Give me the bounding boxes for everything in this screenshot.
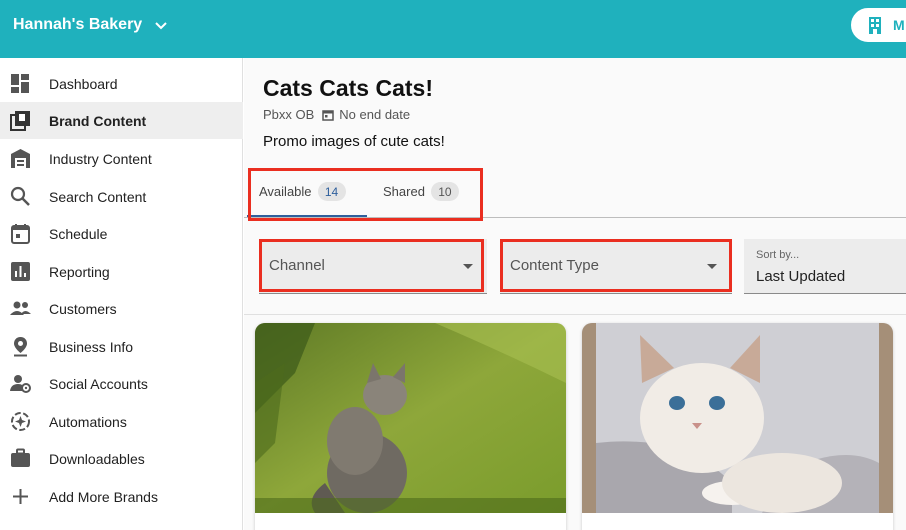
warehouse-icon <box>10 148 31 169</box>
sidebar-item-dashboard[interactable]: Dashboard <box>0 65 243 102</box>
sidebar-item-label: Schedule <box>49 225 108 242</box>
sort-dropdown[interactable]: Sort by... Last Updated <box>744 239 906 294</box>
sidebar-item-brand-content[interactable]: Brand Content <box>0 102 243 139</box>
sort-label: Sort by... <box>756 249 800 261</box>
grid-divider <box>244 314 906 315</box>
location-button-label: M <box>893 17 905 33</box>
calendar-icon <box>322 109 335 121</box>
main-content: Cats Cats Cats! Pbxx OB No end date Prom… <box>244 58 906 530</box>
sidebar-item-automations[interactable]: Automations <box>0 403 243 440</box>
sidebar-item-label: Downloadables <box>49 450 145 467</box>
fluffy-white-kitten-image <box>582 323 893 513</box>
sidebar-item-label: Industry Content <box>49 150 152 167</box>
sidebar-item-add-more-brands[interactable]: Add More Brands <box>0 478 243 515</box>
content-description: Promo images of cute cats! <box>263 133 445 150</box>
content-card[interactable] <box>255 323 566 530</box>
location-button[interactable]: M <box>851 8 906 42</box>
content-type-dropdown-label: Content Type <box>510 257 599 274</box>
end-date: No end date <box>339 107 411 122</box>
sidebar-item-downloadables[interactable]: Downloadables <box>0 440 243 477</box>
building-icon <box>869 17 881 34</box>
sidebar-item-search-content[interactable]: Search Content <box>0 178 243 215</box>
content-card[interactable] <box>582 323 893 530</box>
sidebar-item-label: Search Content <box>49 188 147 205</box>
brand-switcher[interactable]: Hannah's Bakery <box>13 0 168 50</box>
content-type-dropdown[interactable]: Content Type <box>500 239 732 294</box>
sidebar-item-label: Reporting <box>49 263 110 280</box>
sidebar-item-label: Business Info <box>49 338 134 355</box>
calendar-icon <box>10 223 31 244</box>
sidebar-item-customers[interactable]: Customers <box>0 290 243 327</box>
channel-dropdown-label: Channel <box>269 257 325 274</box>
automation-icon <box>10 411 31 432</box>
people-icon <box>10 298 31 319</box>
channel-dropdown[interactable]: Channel <box>259 239 487 294</box>
highlight-box <box>248 168 483 221</box>
dashboard-icon <box>10 73 31 94</box>
caret-down-icon <box>463 264 473 269</box>
library-icon <box>10 110 31 131</box>
caret-down-icon <box>707 264 717 269</box>
sidebar-item-reporting[interactable]: Reporting <box>0 253 243 290</box>
sidebar-item-industry-content[interactable]: Industry Content <box>0 140 243 177</box>
sort-value: Last Updated <box>756 268 846 285</box>
bar-chart-icon <box>10 261 31 282</box>
sidebar-item-social-accounts[interactable]: Social Accounts <box>0 365 243 402</box>
kitten-in-grass-image <box>255 323 566 513</box>
brand-name: Hannah's Bakery <box>13 16 143 33</box>
sidebar-item-label: Automations <box>49 413 127 430</box>
user-settings-icon <box>10 373 31 394</box>
sidebar-item-schedule[interactable]: Schedule <box>0 215 243 252</box>
owner-label: Pbxx OB <box>263 107 315 122</box>
plus-icon <box>10 486 31 507</box>
location-pin-icon <box>10 336 31 357</box>
search-icon <box>10 186 31 207</box>
sidebar-item-label: Add More Brands <box>49 488 158 505</box>
chevron-down-icon <box>155 22 167 30</box>
sidebar-item-label: Customers <box>49 300 117 317</box>
sidebar-item-label: Social Accounts <box>49 375 148 392</box>
sidebar-item-business-info[interactable]: Business Info <box>0 328 243 365</box>
page-title: Cats Cats Cats! <box>263 75 433 101</box>
briefcase-icon <box>10 448 31 469</box>
sidebar-item-label: Brand Content <box>49 112 147 129</box>
sidebar-item-label: Dashboard <box>49 75 118 92</box>
content-meta: Pbxx OB No end date <box>263 107 410 122</box>
top-bar: Hannah's Bakery M <box>0 0 906 58</box>
sidebar: Dashboard Brand Content Industry Content… <box>0 58 243 530</box>
